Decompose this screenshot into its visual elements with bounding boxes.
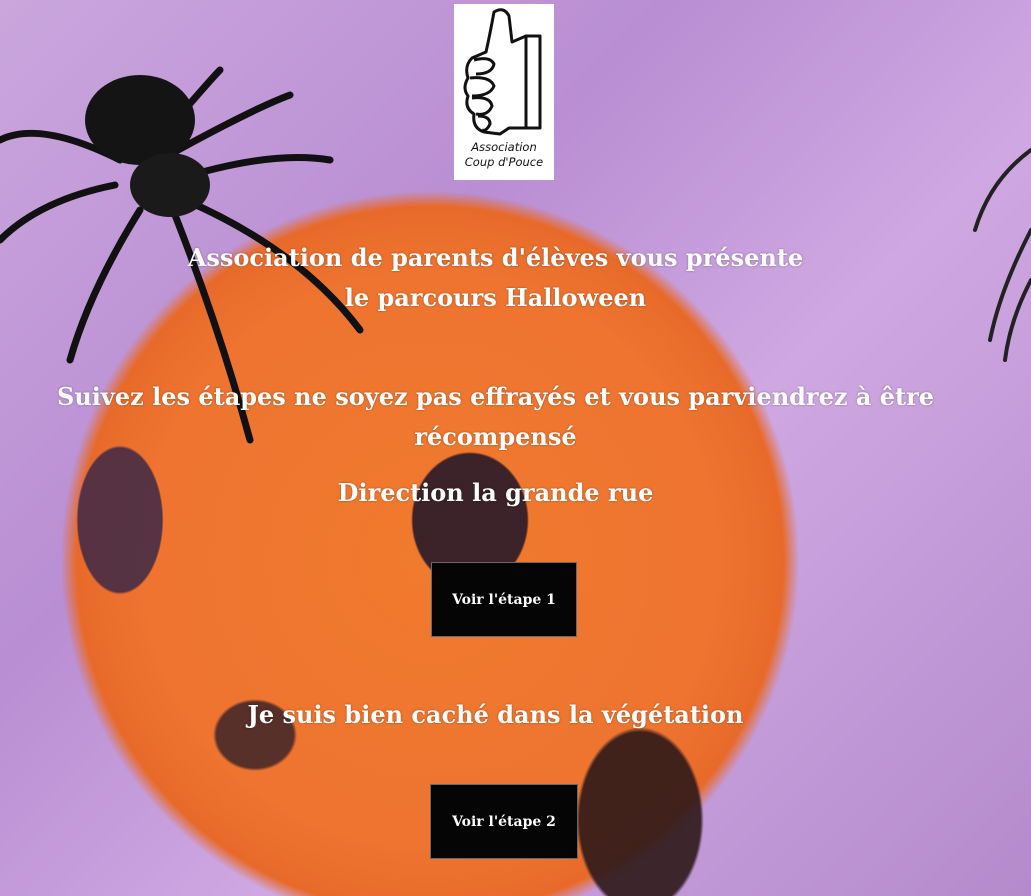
thumbs-up-icon: [463, 8, 542, 136]
logo-line-1: Association: [471, 140, 537, 154]
logo-line-2: Coup d'Pouce: [464, 155, 544, 169]
step-2-button[interactable]: Voir l'étape 2: [430, 784, 578, 859]
step-1-hint: Direction la grande rue: [337, 478, 654, 507]
association-logo: Association Coup d'Pouce: [454, 4, 554, 180]
step-1-button[interactable]: Voir l'étape 1: [431, 562, 577, 637]
instruction-text: Suivez les étapes ne soyez pas effrayés …: [56, 382, 934, 451]
intro-line-1: Association de parents d'élèves vous pré…: [187, 243, 804, 272]
intro-line-2: le parcours Halloween: [344, 283, 647, 312]
step-2-hint: Je suis bien caché dans la végétation: [247, 700, 744, 729]
intro-heading: Association de parents d'élèves vous pré…: [0, 238, 1011, 318]
